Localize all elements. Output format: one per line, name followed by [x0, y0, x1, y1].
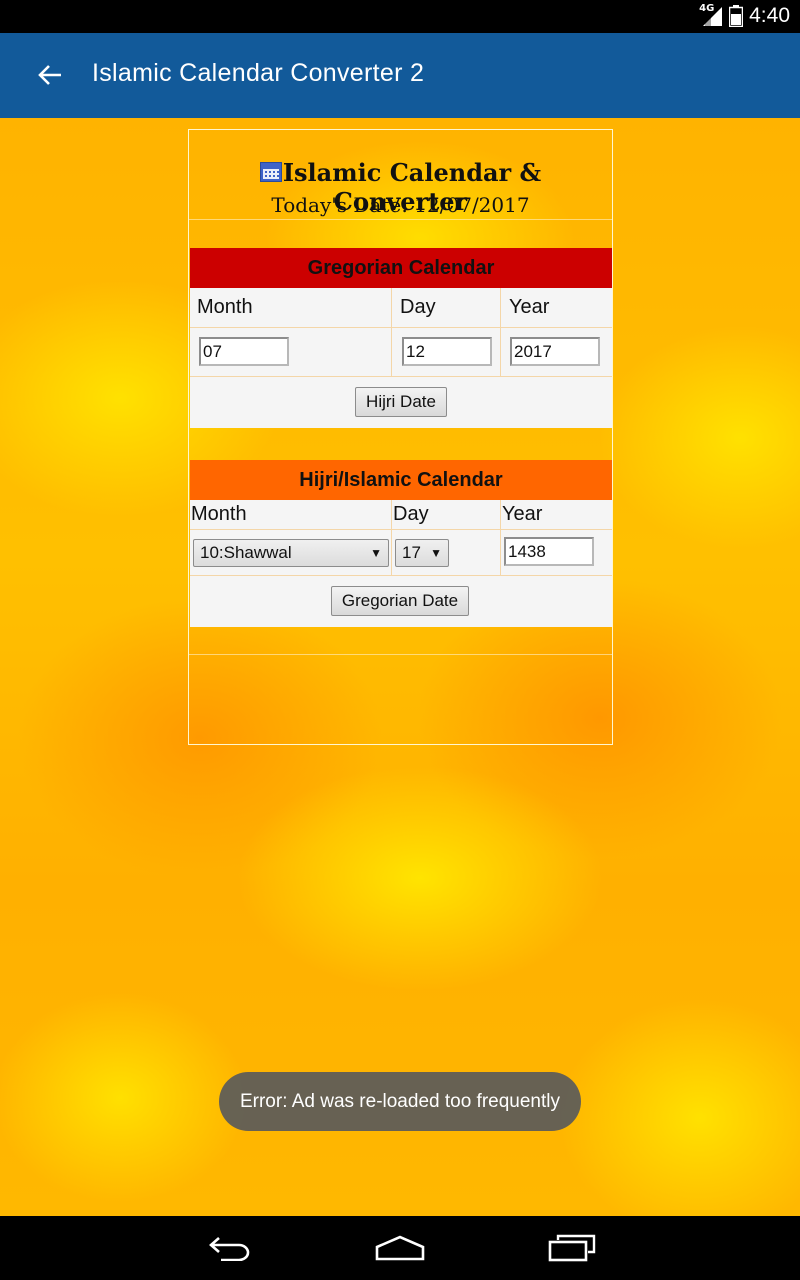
status-icons: 4G 4:40	[699, 3, 790, 28]
calendar-icon	[259, 162, 282, 182]
hijri-month-select[interactable]: 10:Shawwal ▼	[193, 539, 389, 567]
nav-back-icon	[209, 1237, 250, 1261]
gregorian-day-label: Day	[400, 296, 436, 318]
header-block: Islamic Calendar & Converter Today's Dat…	[189, 130, 612, 220]
hijri-label-row: Month Day Year	[190, 500, 612, 530]
gregorian-date-button[interactable]: Gregorian Date	[331, 586, 469, 616]
gregorian-month-label: Month	[197, 296, 253, 318]
converter-panel: Islamic Calendar & Converter Today's Dat…	[188, 129, 613, 745]
status-time: 4:40	[749, 4, 790, 27]
arrow-left-icon	[38, 65, 61, 85]
hijri-month-label: Month	[191, 503, 247, 525]
hijri-year-label: Year	[502, 503, 543, 525]
hijri-day-value: 17	[402, 543, 421, 562]
hijri-day-select[interactable]: 17 ▼	[395, 539, 449, 567]
nav-back-button[interactable]	[198, 1228, 262, 1268]
status-bar: 4G 4:40	[0, 0, 800, 33]
navigation-bar	[0, 1216, 800, 1280]
hijri-input-row: 10:Shawwal ▼ 17 ▼ 1438	[190, 530, 612, 576]
back-button[interactable]	[28, 53, 72, 97]
gregorian-year-input[interactable]: 2017	[510, 337, 600, 366]
hijri-day-label: Day	[393, 503, 429, 525]
gregorian-month-input[interactable]: 07	[199, 337, 289, 366]
hijri-date-button[interactable]: Hijri Date	[355, 387, 447, 417]
dropdown-arrow-icon: ▼	[430, 546, 442, 560]
gregorian-input-row: 07 12 2017	[190, 328, 612, 377]
gregorian-label-row: Month Day Year	[190, 288, 612, 328]
todays-date: Today's Date: 12/07/2017	[271, 193, 530, 217]
gregorian-heading: Gregorian Calendar	[190, 248, 612, 288]
nav-recents-button[interactable]	[540, 1228, 604, 1268]
divider	[189, 654, 612, 655]
battery-icon	[728, 5, 744, 28]
error-toast: Error: Ad was re-loaded too frequently	[219, 1072, 581, 1131]
hijri-year-input[interactable]: 1438	[504, 537, 594, 566]
gregorian-day-input[interactable]: 12	[402, 337, 492, 366]
signal-icon: 4G	[699, 3, 723, 27]
gregorian-section: Gregorian Calendar Month Day Year 07 12 …	[190, 248, 612, 428]
hijri-section: Hijri/Islamic Calendar Month Day Year 10…	[190, 460, 612, 627]
app-title: Islamic Calendar Converter 2	[92, 59, 425, 87]
network-type-label: 4G	[699, 3, 715, 14]
nav-home-icon	[375, 1235, 425, 1261]
nav-home-button[interactable]	[368, 1228, 432, 1268]
hijri-heading: Hijri/Islamic Calendar	[190, 460, 612, 500]
nav-recents-icon	[548, 1234, 596, 1262]
gregorian-year-label: Year	[509, 296, 550, 318]
hijri-month-value: 10:Shawwal	[200, 543, 292, 562]
app-bar: Islamic Calendar Converter 2	[0, 33, 800, 118]
dropdown-arrow-icon: ▼	[370, 546, 382, 560]
